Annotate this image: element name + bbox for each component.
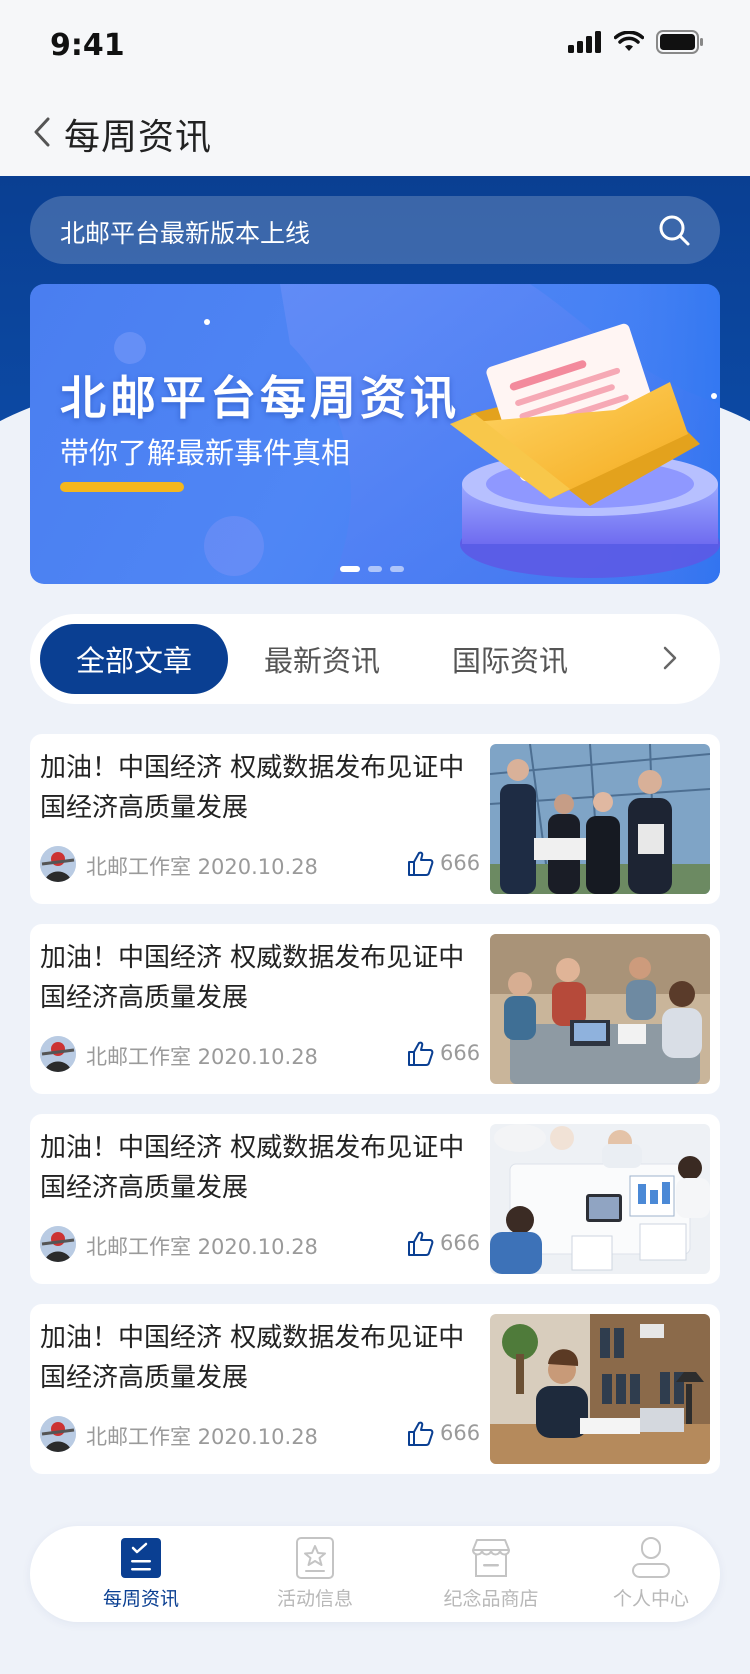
article-thumbnail[interactable]: [490, 934, 710, 1084]
tabs-more-button[interactable]: [650, 638, 690, 678]
article-thumbnail[interactable]: [490, 1314, 710, 1464]
banner-subtitle: 带你了解最新事件真相: [60, 436, 351, 470]
like-count: 666: [440, 1231, 481, 1255]
article-card[interactable]: 加油！中国经济 权威数据发布见证中国经济高质量发展 北邮工作室 2020.10.…: [30, 734, 720, 904]
carousel-indicators: [340, 566, 404, 572]
banner-title: 北邮平台每周资讯: [60, 371, 460, 425]
article-title[interactable]: 加油！中国经济 权威数据发布见证中国经济高质量发展: [40, 938, 480, 1018]
tab-latest-news[interactable]: 最新资讯: [228, 624, 416, 694]
bottom-tab-bar: 每周资讯 活动信息 纪念品商店 个人中心: [30, 1526, 720, 1622]
tabbar-label: 纪念品商店: [443, 1588, 539, 1610]
tabbar-label: 每周资讯: [102, 1588, 179, 1610]
chevron-left-icon: [34, 117, 50, 147]
person-icon: [632, 1537, 670, 1578]
status-bar: 9:41: [0, 0, 750, 88]
carousel-dot[interactable]: [390, 566, 404, 572]
like-count: 666: [440, 851, 481, 875]
back-button[interactable]: [22, 112, 62, 152]
battery-icon: [656, 30, 703, 54]
signal-icon: [568, 31, 601, 53]
avatar: [40, 1416, 76, 1452]
thumbs-up-icon[interactable]: [406, 850, 434, 878]
like-count: 666: [440, 1041, 481, 1065]
search-bar[interactable]: 北邮平台最新版本上线: [30, 196, 720, 264]
avatar: [40, 846, 76, 882]
thumbs-up-icon[interactable]: [406, 1420, 434, 1448]
article-card[interactable]: 加油！中国经济 权威数据发布见证中国经济高质量发展 北邮工作室 2020.10.…: [30, 1304, 720, 1474]
article-meta: 北邮工作室 2020.10.28 666: [40, 1036, 480, 1072]
banner-accent-bar: [60, 482, 184, 492]
page-title: 每周资讯: [64, 117, 213, 158]
article-thumbnail[interactable]: [490, 744, 710, 894]
avatar: [40, 1036, 76, 1072]
tabbar-weekly-news[interactable]: 每周资讯: [66, 1536, 216, 1616]
article-author-date: 北邮工作室 2020.10.28: [86, 1045, 318, 1069]
status-time: 9:41: [50, 28, 125, 63]
banner-carousel[interactable]: 北邮平台每周资讯 带你了解最新事件真相: [30, 284, 720, 584]
category-tabs: 全部文章 最新资讯 国际资讯: [30, 614, 720, 704]
article-meta: 北邮工作室 2020.10.28 666: [40, 1416, 480, 1452]
chevron-right-icon: [663, 646, 677, 670]
article-author-date: 北邮工作室 2020.10.28: [86, 855, 318, 879]
tabbar-personal-center[interactable]: 个人中心: [576, 1536, 726, 1616]
tabbar-activity-info[interactable]: 活动信息: [240, 1536, 390, 1616]
carousel-dot[interactable]: [340, 566, 360, 572]
search-icon[interactable]: [656, 212, 692, 248]
article-card[interactable]: 加油！中国经济 权威数据发布见证中国经济高质量发展 北邮工作室 2020.10.…: [30, 1114, 720, 1284]
thumbs-up-icon[interactable]: [406, 1040, 434, 1068]
avatar: [40, 1226, 76, 1262]
article-card[interactable]: 加油！中国经济 权威数据发布见证中国经济高质量发展 北邮工作室 2020.10.…: [30, 924, 720, 1094]
like-count: 666: [440, 1421, 481, 1445]
article-thumbnail[interactable]: [490, 1124, 710, 1274]
tabbar-label: 个人中心: [612, 1588, 689, 1610]
article-title[interactable]: 加油！中国经济 权威数据发布见证中国经济高质量发展: [40, 748, 480, 828]
tab-international-news[interactable]: 国际资讯: [416, 624, 604, 694]
checklist-icon: [121, 1538, 161, 1578]
thumbs-up-icon[interactable]: [406, 1230, 434, 1258]
article-author-date: 北邮工作室 2020.10.28: [86, 1425, 318, 1449]
star-card-icon: [296, 1537, 334, 1579]
article-title[interactable]: 加油！中国经济 权威数据发布见证中国经济高质量发展: [40, 1128, 480, 1208]
wifi-icon: [614, 31, 644, 51]
search-input[interactable]: 北邮平台最新版本上线: [60, 214, 310, 250]
store-icon: [472, 1539, 510, 1577]
article-meta: 北邮工作室 2020.10.28 666: [40, 1226, 480, 1262]
status-icons: [568, 30, 704, 54]
tabbar-label: 活动信息: [276, 1588, 353, 1610]
tab-all-articles[interactable]: 全部文章: [40, 624, 228, 694]
article-author-date: 北邮工作室 2020.10.28: [86, 1235, 318, 1259]
tabbar-souvenir-store[interactable]: 纪念品商店: [416, 1536, 566, 1616]
article-meta: 北邮工作室 2020.10.28 666: [40, 846, 480, 882]
nav-bar: 每周资讯: [0, 88, 750, 176]
carousel-dot[interactable]: [368, 566, 382, 572]
article-title[interactable]: 加油！中国经济 权威数据发布见证中国经济高质量发展: [40, 1318, 480, 1398]
